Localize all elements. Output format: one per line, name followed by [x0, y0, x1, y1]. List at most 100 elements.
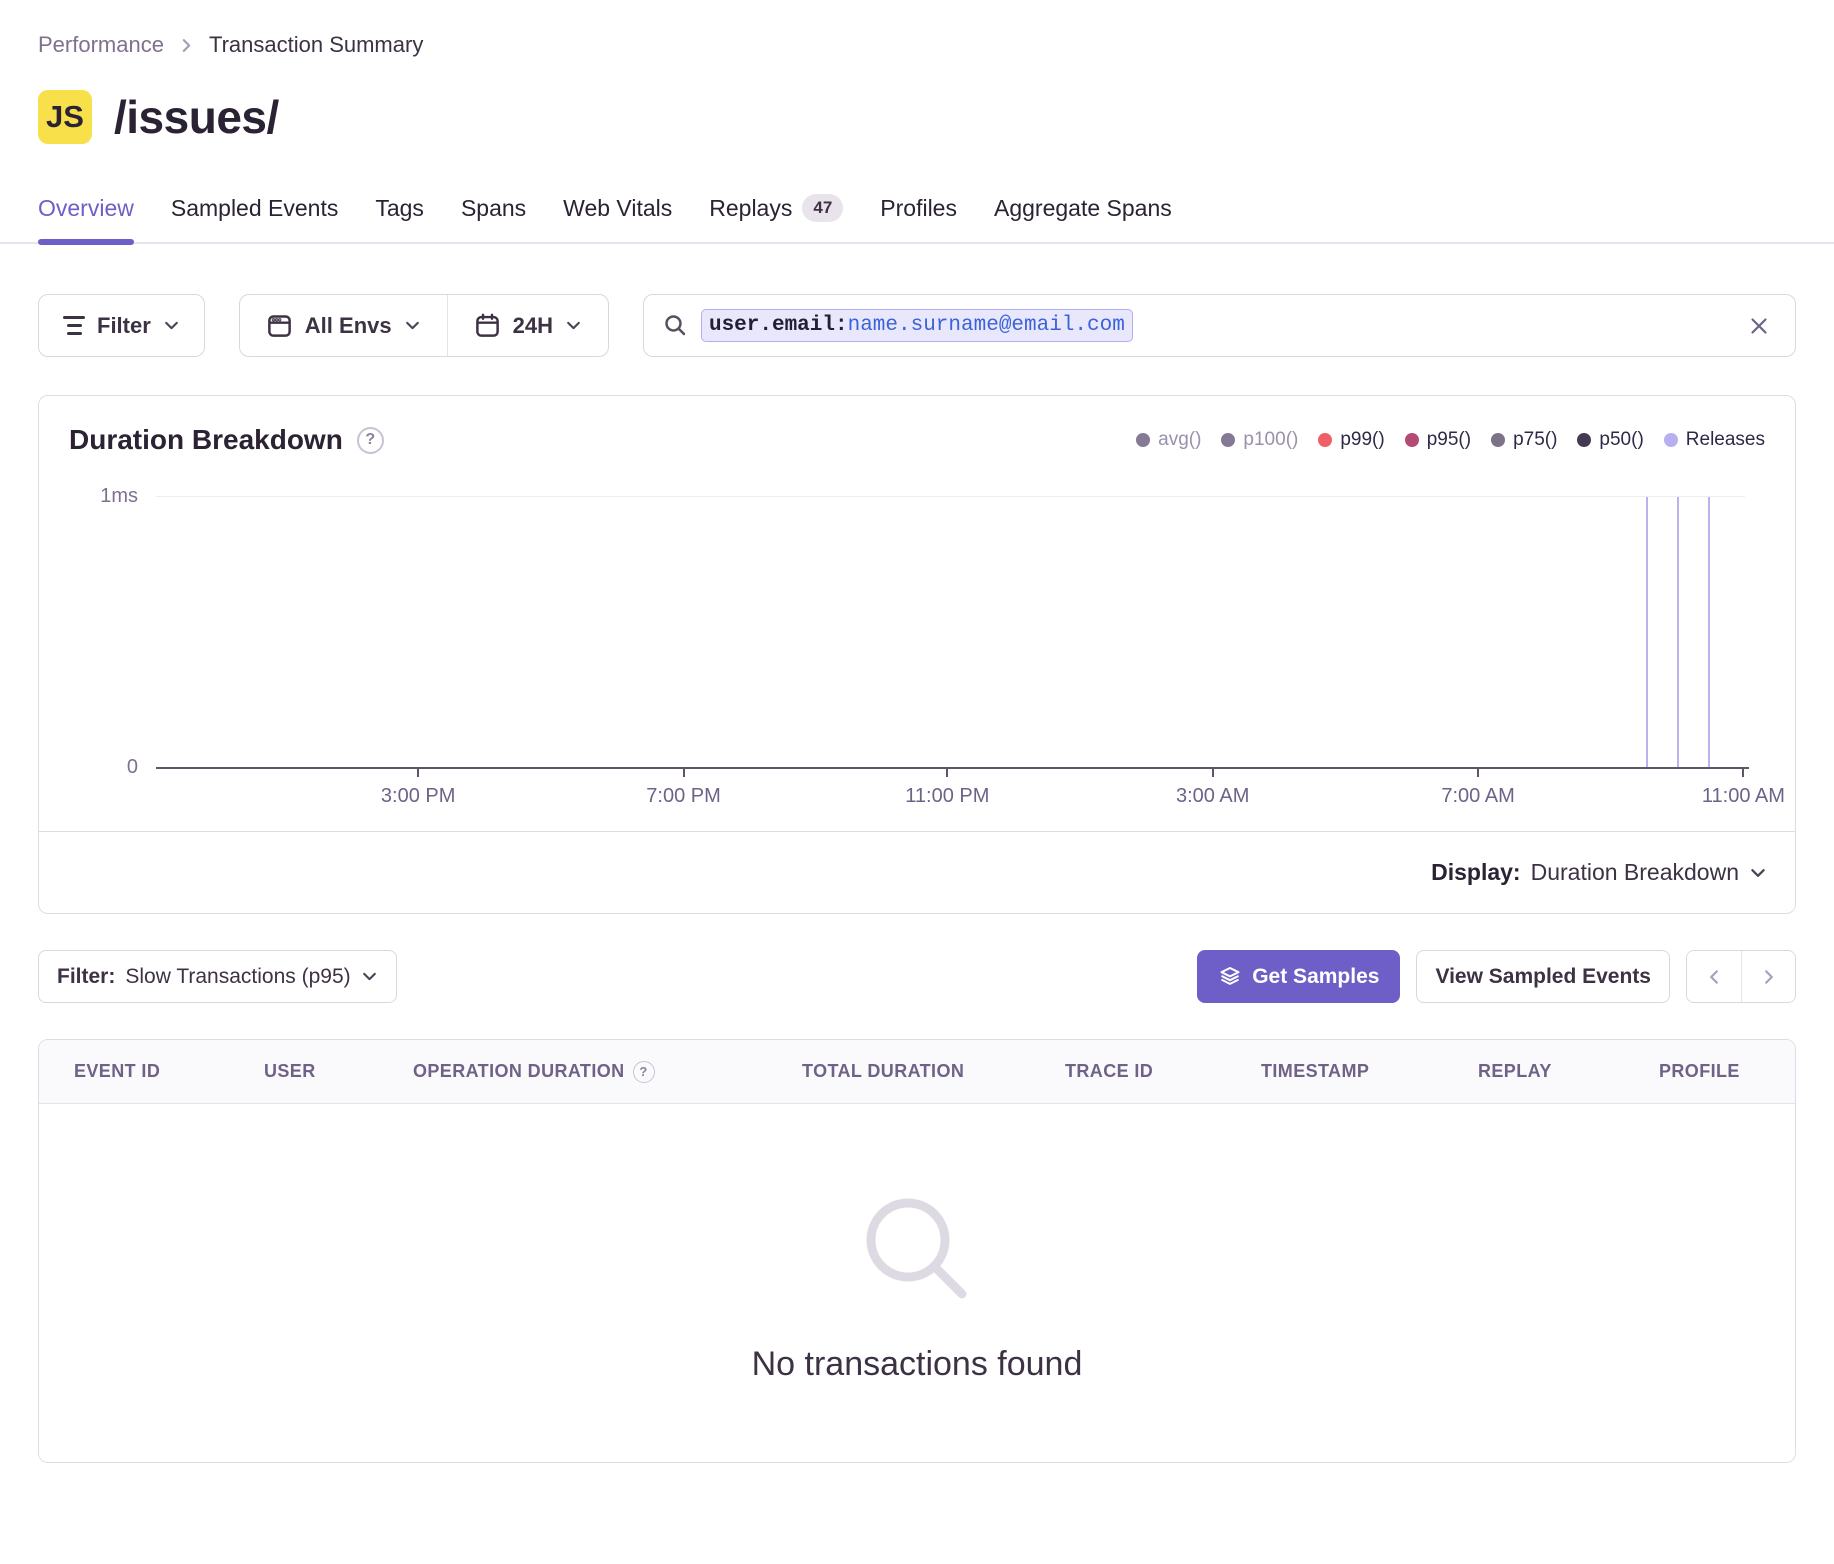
search-filter-token[interactable]: user.email:name.surname@email.com	[701, 309, 1133, 342]
tab-aggregate-spans[interactable]: Aggregate Spans	[994, 194, 1172, 242]
chevron-down-icon	[404, 317, 421, 334]
release-marker-line[interactable]	[1677, 497, 1679, 767]
x-axis-tick	[417, 769, 419, 777]
transactions-table: EVENT ID USER OPERATION DURATION ? TOTAL…	[38, 1039, 1796, 1463]
legend-item-p75[interactable]: p75()	[1491, 429, 1557, 451]
platform-js-badge: JS	[38, 90, 92, 144]
help-icon[interactable]: ?	[633, 1061, 655, 1083]
legend-item-p50[interactable]: p50()	[1577, 429, 1643, 451]
x-axis-tick	[1212, 769, 1214, 777]
legend-dot	[1664, 433, 1678, 447]
tab-web-vitals[interactable]: Web Vitals	[563, 194, 672, 242]
chevron-down-icon	[565, 317, 582, 334]
replays-count-badge: 47	[802, 194, 843, 222]
legend-item-p95[interactable]: p95()	[1405, 429, 1471, 451]
view-sampled-events-button[interactable]: View Sampled Events	[1416, 950, 1670, 1003]
legend-label: p99()	[1340, 429, 1384, 451]
chart-legend: avg() p100() p99() p95() p75() p50() Rel…	[1136, 429, 1765, 451]
chevron-right-icon	[1760, 968, 1778, 986]
samples-actions: Get Samples View Sampled Events	[1197, 950, 1796, 1003]
x-axis-tick	[1742, 769, 1744, 777]
tab-label: Sampled Events	[171, 195, 338, 222]
x-axis-label: 3:00 AM	[1176, 785, 1249, 808]
title-row: JS /issues/	[38, 90, 1796, 144]
x-axis-label: 7:00 PM	[646, 785, 720, 808]
env-time-group: All Envs 24H	[239, 294, 609, 357]
transaction-filter-dropdown[interactable]: Filter: Slow Transactions (p95)	[38, 950, 397, 1003]
help-icon[interactable]: ?	[357, 427, 384, 454]
tab-tags[interactable]: Tags	[375, 194, 424, 242]
window-icon	[266, 312, 293, 339]
environment-selector[interactable]: All Envs	[240, 295, 447, 356]
filter-lines-icon	[63, 316, 85, 335]
chevron-down-icon	[163, 317, 180, 334]
transaction-summary-page: Performance Transaction Summary JS /issu…	[0, 32, 1834, 1463]
x-axis-tick	[683, 769, 685, 777]
tab-bar: Overview Sampled Events Tags Spans Web V…	[0, 194, 1834, 244]
legend-item-p100[interactable]: p100()	[1221, 429, 1298, 451]
column-header-timestamp: TIMESTAMP	[1261, 1061, 1478, 1082]
display-mode-selector[interactable]: Duration Breakdown	[1531, 859, 1767, 886]
tab-label: Spans	[461, 195, 526, 222]
duration-breakdown-panel: Duration Breakdown ? avg() p100() p99() …	[38, 395, 1796, 914]
tab-label: Web Vitals	[563, 195, 672, 222]
legend-dot	[1318, 433, 1332, 447]
breadcrumb-performance-link[interactable]: Performance	[38, 32, 164, 58]
legend-dot	[1221, 433, 1235, 447]
legend-dot	[1405, 433, 1419, 447]
legend-label: p95()	[1427, 429, 1471, 451]
display-mode-value: Duration Breakdown	[1531, 859, 1739, 886]
previous-page-button[interactable]	[1687, 951, 1741, 1002]
legend-label: p100()	[1243, 429, 1298, 451]
tab-overview[interactable]: Overview	[38, 194, 134, 242]
legend-label: avg()	[1158, 429, 1201, 451]
tab-profiles[interactable]: Profiles	[880, 194, 957, 242]
environment-value: All Envs	[305, 313, 392, 339]
filter-button-label: Filter	[97, 313, 151, 339]
legend-item-releases[interactable]: Releases	[1664, 429, 1765, 451]
empty-state-message: No transactions found	[752, 1345, 1083, 1384]
legend-label: p75()	[1513, 429, 1557, 451]
token-key: user.email:	[709, 314, 848, 337]
layers-icon	[1218, 965, 1242, 989]
tab-replays[interactable]: Replays 47	[709, 194, 843, 242]
legend-dot	[1136, 433, 1150, 447]
release-marker-line[interactable]	[1708, 497, 1710, 767]
next-page-button[interactable]	[1741, 951, 1795, 1002]
pagination	[1686, 950, 1796, 1003]
chevron-down-icon	[361, 968, 378, 985]
column-header-total-duration: TOTAL DURATION	[802, 1061, 1065, 1082]
tab-spans[interactable]: Spans	[461, 194, 526, 242]
legend-item-p99[interactable]: p99()	[1318, 429, 1384, 451]
filter-button[interactable]: Filter	[38, 294, 205, 357]
chart-title: Duration Breakdown	[69, 424, 343, 456]
column-header-trace-id: TRACE ID	[1065, 1061, 1261, 1082]
x-axis-line	[156, 767, 1749, 769]
chart-plot-area[interactable]: 1ms 0 3:00 PM 7:00 PM 11:00 PM 3:00 AM 7…	[156, 496, 1745, 769]
x-axis-label: 3:00 PM	[381, 785, 455, 808]
x-axis-label: 11:00 AM	[1702, 785, 1785, 808]
tab-label: Overview	[38, 195, 134, 222]
legend-item-avg[interactable]: avg()	[1136, 429, 1201, 451]
token-value: name.surname@email.com	[848, 314, 1125, 337]
page-title: /issues/	[114, 90, 279, 144]
column-header-operation-duration: OPERATION DURATION ?	[413, 1061, 802, 1083]
y-axis-max-label: 1ms	[100, 485, 138, 508]
table-empty-state: No transactions found	[39, 1104, 1795, 1462]
x-axis-label: 11:00 PM	[905, 785, 989, 808]
get-samples-button[interactable]: Get Samples	[1197, 950, 1400, 1003]
release-marker-line[interactable]	[1646, 497, 1648, 767]
breadcrumb: Performance Transaction Summary	[38, 32, 1796, 58]
breadcrumb-current: Transaction Summary	[209, 32, 423, 58]
tab-sampled-events[interactable]: Sampled Events	[171, 194, 338, 242]
filter-controls-row: Filter All Envs 24H	[38, 294, 1796, 357]
clear-search-button[interactable]	[1747, 314, 1771, 338]
tab-label: Aggregate Spans	[994, 195, 1172, 222]
chart-header: Duration Breakdown ? avg() p100() p99() …	[39, 396, 1795, 456]
breadcrumb-chevron-icon	[178, 37, 195, 54]
search-input[interactable]: user.email:name.surname@email.com	[643, 294, 1796, 357]
time-range-selector[interactable]: 24H	[447, 295, 608, 356]
view-sampled-events-label: View Sampled Events	[1435, 965, 1651, 989]
get-samples-label: Get Samples	[1252, 965, 1379, 989]
legend-label: Releases	[1686, 429, 1765, 451]
